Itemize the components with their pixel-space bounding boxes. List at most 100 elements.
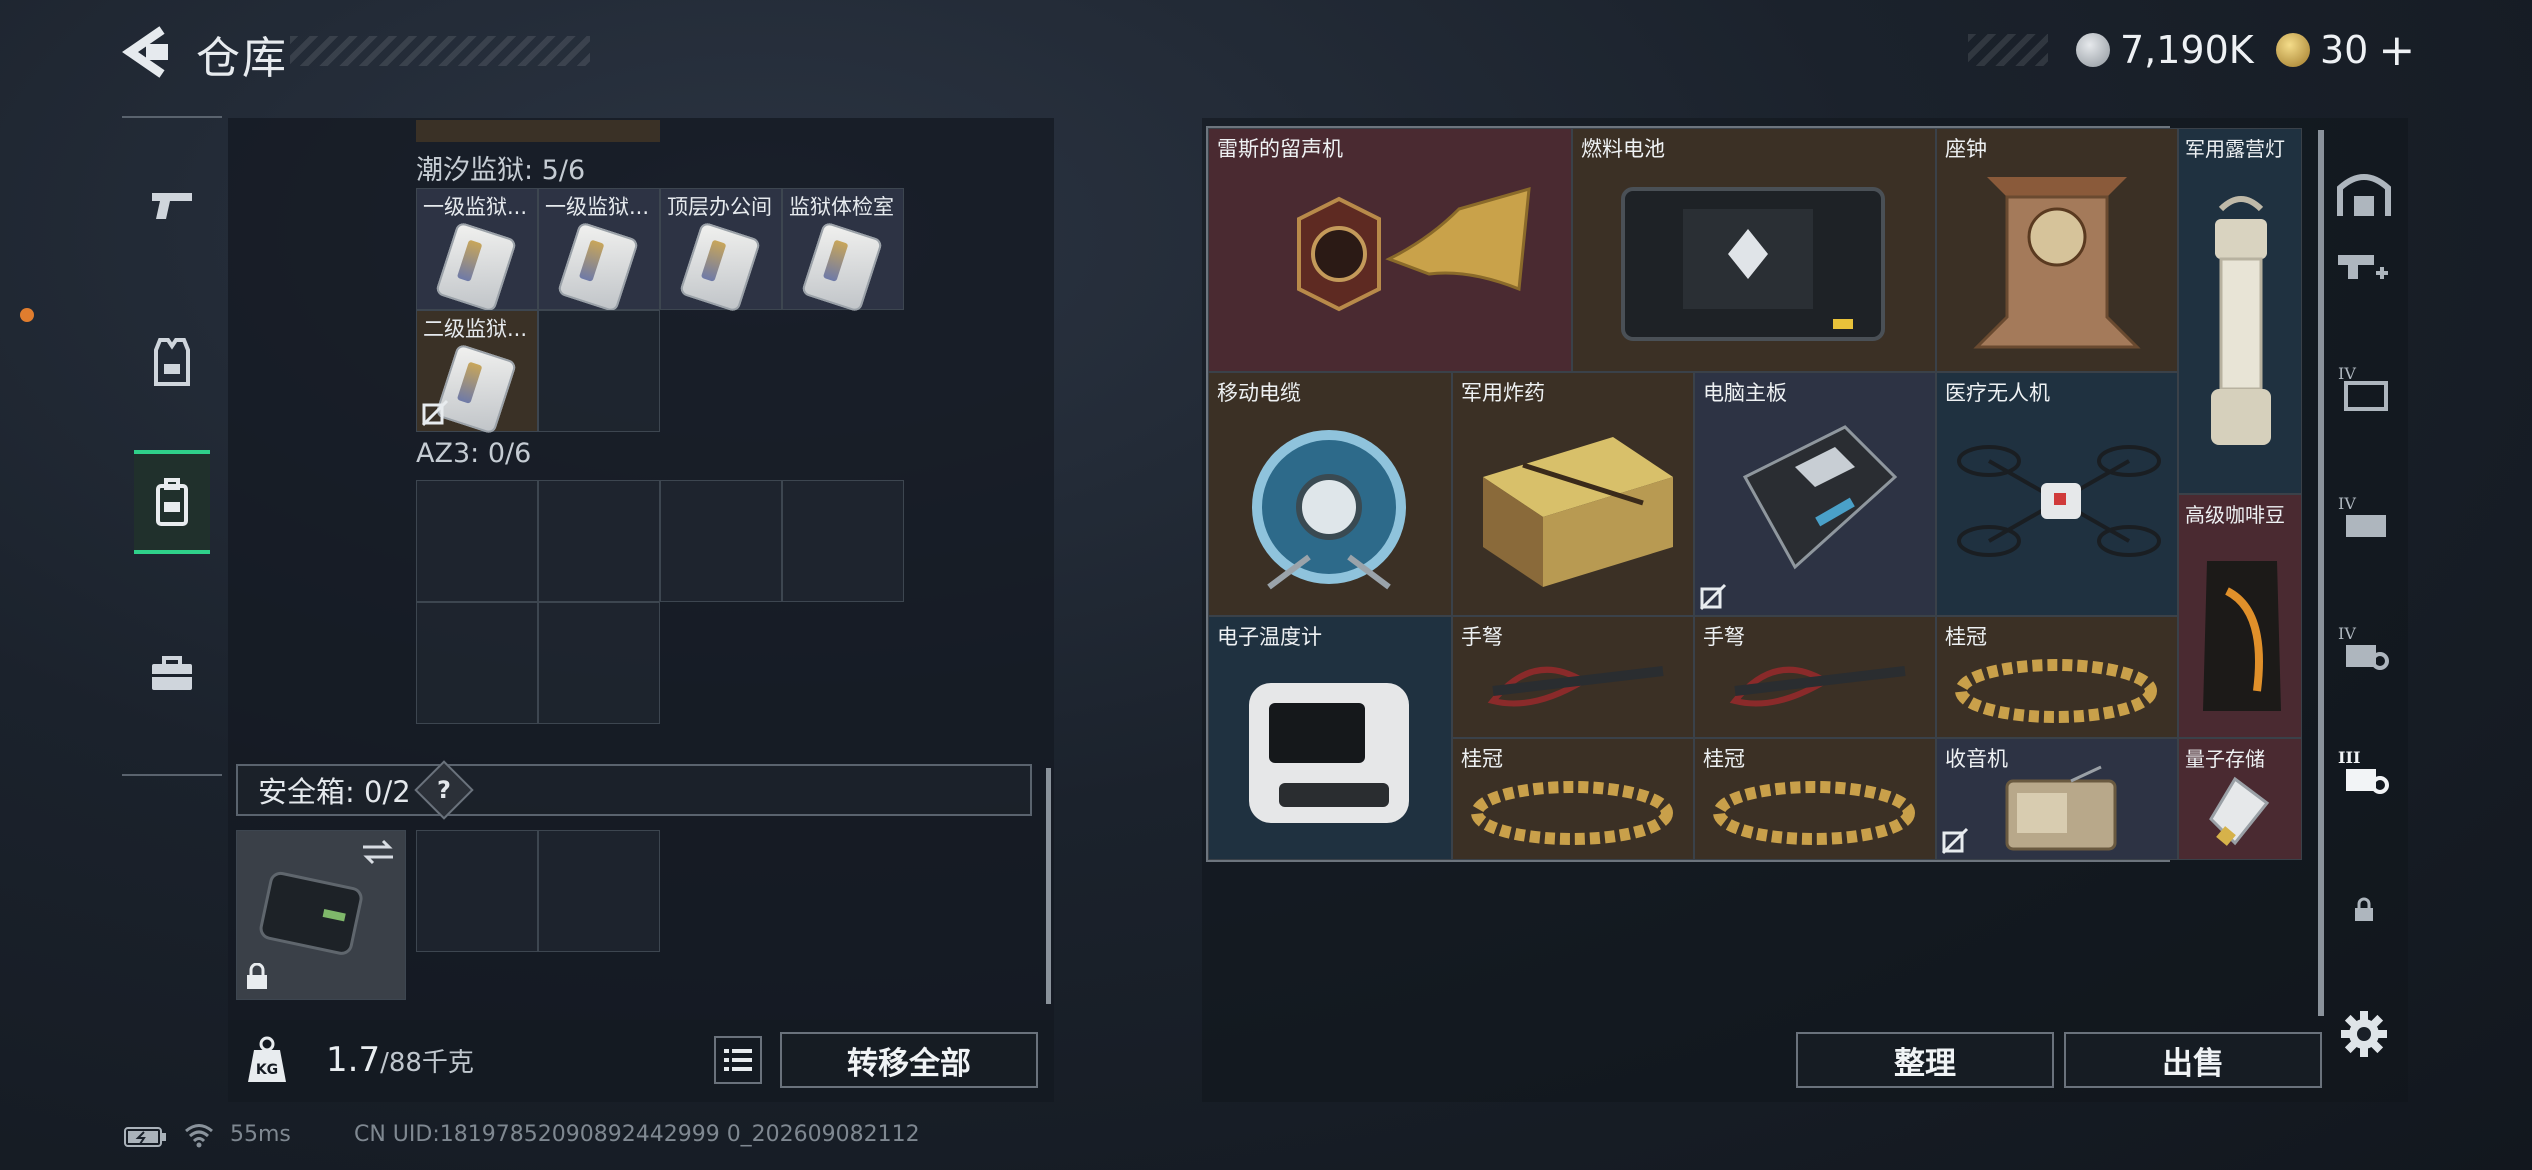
- empty-slot[interactable]: [538, 602, 660, 724]
- lock-icon: [2355, 897, 2373, 921]
- keycard-icon: [434, 221, 518, 313]
- stash-item[interactable]: 桂冠: [1936, 616, 2178, 738]
- crossbow-icon: [1487, 666, 1664, 707]
- tab-warehouse[interactable]: [2334, 162, 2394, 222]
- stash-item[interactable]: 移动电缆: [1208, 372, 1452, 616]
- no-transfer-icon: [1941, 827, 1969, 855]
- zone-label-tide-prison: 潮汐监狱: 5/6: [416, 155, 586, 186]
- stash-item[interactable]: 高级咖啡豆: [2178, 494, 2302, 738]
- tab-tier-iii-active[interactable]: III: [2334, 742, 2394, 802]
- keycard-icon: [678, 221, 762, 313]
- stash-item[interactable]: 军用炸药: [1452, 372, 1694, 616]
- vest-icon: [154, 338, 190, 386]
- svg-text:IV: IV: [2338, 624, 2356, 643]
- fuel-cell-icon: [1621, 187, 1885, 341]
- weight-kg-icon: KG: [248, 1036, 286, 1082]
- scrolled-item-edge: [416, 120, 660, 142]
- item-label: 桂冠: [1945, 625, 1987, 649]
- stash-item[interactable]: 燃料电池: [1572, 128, 1936, 372]
- item-label: 军用露营灯: [2185, 137, 2285, 161]
- pistol-icon: [152, 193, 192, 219]
- stash-item[interactable]: 量子存储: [2178, 738, 2302, 860]
- stash-item[interactable]: 桂冠: [1452, 738, 1694, 860]
- help-button[interactable]: ?: [413, 760, 474, 820]
- stash-item[interactable]: 手弩: [1694, 616, 1936, 738]
- stash-item[interactable]: 手弩: [1452, 616, 1694, 738]
- tab-tier-iv-c[interactable]: IV: [2334, 618, 2394, 678]
- empty-slot[interactable]: [416, 480, 538, 602]
- stash-item[interactable]: 电子温度计: [1208, 616, 1452, 860]
- gold-triangle-coin-icon: [2276, 33, 2310, 67]
- left-scrollbar[interactable]: [1046, 768, 1051, 1004]
- list-icon: [724, 1049, 752, 1071]
- empty-slot[interactable]: [416, 830, 538, 952]
- svg-text:IV: IV: [2338, 364, 2356, 383]
- battery-icon: [124, 1127, 166, 1147]
- item-label: 移动电缆: [1217, 381, 1301, 405]
- stash-item[interactable]: 雷斯的留声机: [1208, 128, 1572, 372]
- key-card-item[interactable]: 二级监狱...: [416, 310, 538, 435]
- add-currency-button[interactable]: +: [2378, 25, 2415, 76]
- item-label: 雷斯的留声机: [1217, 137, 1343, 161]
- item-label: 电子温度计: [1217, 625, 1322, 649]
- svg-text:KG: KG: [256, 1062, 278, 1078]
- coffee-bag-icon: [2203, 561, 2281, 711]
- stash-item[interactable]: 军用露营灯: [2178, 128, 2302, 494]
- tab-weapons-add[interactable]: [2334, 246, 2394, 286]
- wifi-icon: [185, 1124, 213, 1148]
- organize-button[interactable]: 整理: [1796, 1032, 2054, 1088]
- item-label: 电脑主板: [1703, 381, 1787, 405]
- item-label: 一级监狱...: [423, 195, 528, 219]
- nav-case[interactable]: [134, 626, 210, 722]
- item-label: 监狱体检室: [789, 195, 894, 219]
- transfer-all-button[interactable]: 转移全部: [780, 1032, 1038, 1088]
- currency-main-value: 7,190K: [2120, 28, 2254, 72]
- stash-scrollbar[interactable]: [2318, 130, 2324, 1016]
- svg-text:III: III: [2338, 748, 2360, 767]
- laurel-crown-icon: [1955, 659, 2157, 723]
- item-label: 燃料电池: [1581, 137, 1665, 161]
- currency-secondary[interactable]: 30 +: [2276, 25, 2415, 76]
- stash-item[interactable]: 电脑主板: [1694, 372, 1936, 616]
- key-card-item[interactable]: 监狱体检室: [782, 188, 904, 313]
- stash-item[interactable]: 座钟: [1936, 128, 2178, 372]
- settings-button[interactable]: [2334, 1004, 2394, 1064]
- weapon-add-icon: [2338, 255, 2388, 279]
- key-card-item[interactable]: 一级监狱...: [538, 188, 660, 313]
- key-card-item[interactable]: 顶层办公间: [660, 188, 782, 313]
- motherboard-icon: [1742, 425, 1898, 570]
- tab-tier-iv-a[interactable]: IV: [2334, 358, 2394, 418]
- stash-item[interactable]: 桂冠: [1694, 738, 1936, 860]
- ping-readout: 55ms: [230, 1122, 291, 1147]
- empty-slot[interactable]: [782, 480, 904, 602]
- nav-weapons[interactable]: [134, 158, 210, 254]
- backpack-icon: [156, 478, 188, 526]
- currency-main[interactable]: 7,190K: [2076, 26, 2254, 74]
- laurel-crown-icon: [1471, 781, 1673, 845]
- stash-item[interactable]: 收音机: [1936, 738, 2178, 860]
- key-card-item[interactable]: 一级监狱...: [416, 188, 538, 313]
- item-label: 收音机: [1945, 747, 2008, 771]
- empty-slot[interactable]: [538, 310, 660, 432]
- empty-slot[interactable]: [660, 480, 782, 602]
- empty-slot[interactable]: [416, 602, 538, 724]
- sell-button[interactable]: 出售: [2064, 1032, 2322, 1088]
- nav-armor[interactable]: [134, 314, 210, 410]
- back-button[interactable]: [120, 22, 172, 82]
- table-clock-icon: [1973, 177, 2141, 349]
- empty-slot[interactable]: [538, 480, 660, 602]
- tab-tier-iv-b[interactable]: IV: [2334, 488, 2394, 548]
- list-view-button[interactable]: [714, 1036, 762, 1084]
- empty-slot[interactable]: [538, 830, 660, 952]
- stash-item[interactable]: 医疗无人机: [1936, 372, 2178, 616]
- safebox-container[interactable]: [236, 830, 406, 1000]
- tab-locked[interactable]: [2334, 880, 2394, 940]
- item-label: 军用炸药: [1461, 381, 1545, 405]
- medical-drone-icon: [1957, 445, 2161, 557]
- tier-iv-tools-icon: IV: [2338, 624, 2389, 670]
- tier-iv-box-icon: IV: [2338, 494, 2386, 537]
- currency-secondary-value: 30: [2320, 28, 2369, 72]
- weight-capacity: /88千克: [380, 1048, 474, 1078]
- briefcase-icon: [152, 656, 192, 690]
- nav-backpack[interactable]: [134, 450, 210, 554]
